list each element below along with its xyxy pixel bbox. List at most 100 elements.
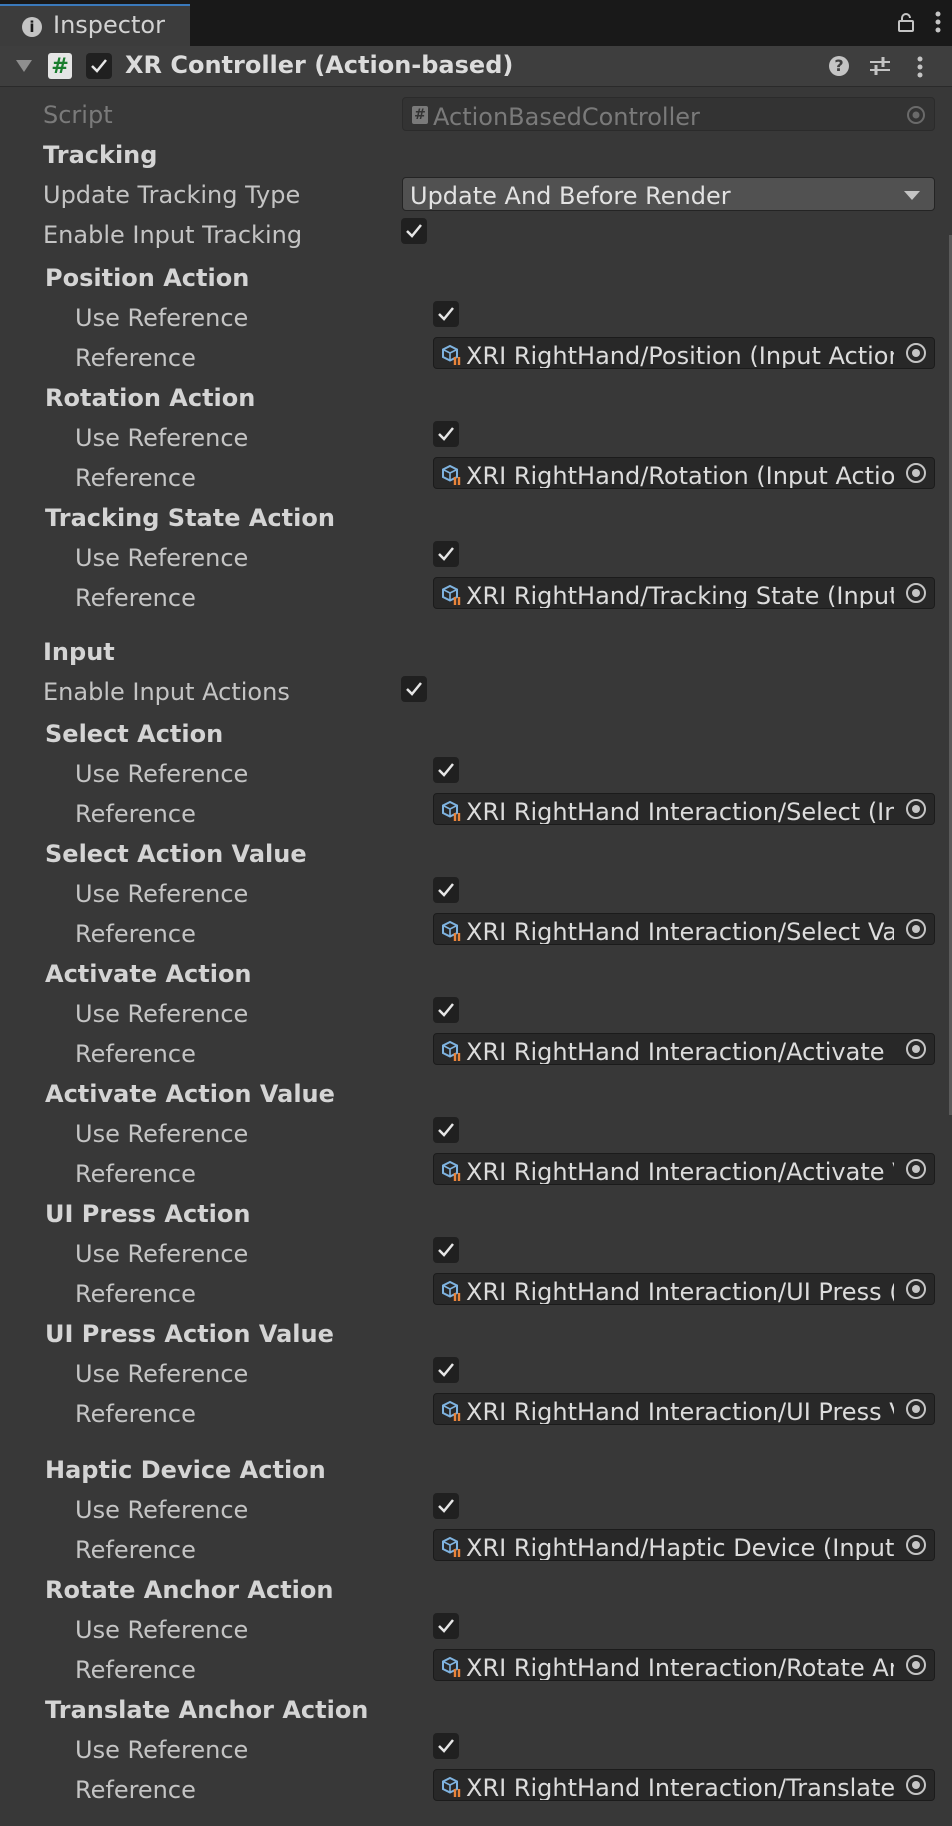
reference-field[interactable]: XRI RightHand Interaction/Activate (Inpu… [433, 1033, 935, 1065]
reference-value: XRI RightHand Interaction/Activate Value… [466, 1158, 894, 1185]
action-title[interactable]: Activate Action Value [45, 1082, 335, 1106]
object-picker-button[interactable] [898, 1034, 934, 1064]
object-picker-button[interactable] [898, 794, 934, 824]
action-title[interactable]: Select Action Value [45, 842, 307, 866]
use-reference-label: Use Reference [75, 304, 249, 332]
use-reference-label: Use Reference [75, 1240, 249, 1268]
action-title[interactable]: UI Press Action [45, 1202, 250, 1226]
action-title[interactable]: Rotate Anchor Action [45, 1578, 333, 1602]
reference-field[interactable]: XRI RightHand Interaction/Rotate Anchor … [433, 1649, 935, 1681]
help-icon[interactable]: ? [829, 56, 849, 76]
use-reference-checkbox[interactable] [433, 757, 459, 783]
use-reference-checkbox[interactable] [433, 1357, 459, 1383]
checkmark-icon [438, 1243, 454, 1257]
reference-label: Reference [75, 464, 196, 492]
object-picker-button[interactable] [898, 1650, 934, 1680]
reference-field[interactable]: XRI RightHand/Tracking State (Input Acti… [433, 577, 935, 609]
action-title[interactable]: Rotation Action [45, 386, 255, 410]
use-reference-checkbox[interactable] [433, 997, 459, 1023]
reference-field[interactable]: XRI RightHand Interaction/Select (Input … [433, 793, 935, 825]
reference-field[interactable]: XRI RightHand/Haptic Device (Input Actio… [433, 1529, 935, 1561]
reference-label: Reference [75, 344, 196, 372]
use-reference-checkbox[interactable] [433, 1117, 459, 1143]
reference-label: Reference [75, 1656, 196, 1684]
object-picker-icon [907, 106, 925, 124]
object-picker-icon [906, 343, 926, 363]
action-title[interactable]: Position Action [45, 266, 249, 290]
enable-input-actions-checkbox[interactable] [401, 676, 427, 702]
use-reference-checkbox[interactable] [433, 877, 459, 903]
use-reference-label: Use Reference [75, 880, 249, 908]
action-title[interactable]: Select Action [45, 722, 223, 746]
checkmark-icon [438, 1363, 454, 1377]
reference-icon-wrap [441, 464, 463, 488]
input-action-reference-icon [442, 1160, 461, 1181]
use-reference-checkbox[interactable] [433, 1237, 459, 1263]
action-title[interactable]: UI Press Action Value [45, 1322, 334, 1346]
update-tracking-type-value: Update And Before Render [410, 182, 731, 210]
reference-icon-wrap [441, 344, 463, 368]
action-title[interactable]: Activate Action [45, 962, 252, 986]
reference-label: Reference [75, 1400, 196, 1428]
reference-field[interactable]: XRI RightHand Interaction/Translate Anch… [433, 1769, 935, 1801]
reference-value: XRI RightHand/Tracking State (Input Acti… [466, 582, 894, 609]
window-tab-bar: i Inspector [0, 0, 952, 46]
checkmark-icon [438, 1619, 454, 1633]
reference-label: Reference [75, 1776, 196, 1804]
checkmark-icon [406, 682, 422, 696]
reference-label: Reference [75, 1040, 196, 1068]
reference-field[interactable]: XRI RightHand Interaction/UI Press (Inpu… [433, 1273, 935, 1305]
use-reference-checkbox[interactable] [433, 1613, 459, 1639]
reference-label: Reference [75, 584, 196, 612]
object-picker-button[interactable] [898, 1530, 934, 1560]
reference-icon-wrap [441, 800, 463, 824]
tab-inspector[interactable]: i Inspector [0, 4, 190, 46]
component-enabled-checkbox[interactable] [86, 53, 112, 79]
use-reference-checkbox[interactable] [433, 541, 459, 567]
action-title[interactable]: Tracking State Action [45, 506, 335, 530]
presets-icon[interactable] [869, 55, 891, 77]
tab-menu-icon[interactable] [934, 10, 942, 34]
use-reference-checkbox[interactable] [433, 1493, 459, 1519]
use-reference-label: Use Reference [75, 1120, 249, 1148]
object-picker-button[interactable] [898, 914, 934, 944]
update-tracking-type-dropdown[interactable]: Update And Before Render [402, 177, 935, 211]
object-picker-button[interactable] [898, 1154, 934, 1184]
script-field: # ActionBasedController [402, 97, 935, 131]
action-title[interactable]: Translate Anchor Action [45, 1698, 368, 1722]
reference-field[interactable]: XRI RightHand Interaction/UI Press Value… [433, 1393, 935, 1425]
checkmark-icon [438, 763, 454, 777]
object-picker-button[interactable] [898, 458, 934, 488]
update-tracking-type-label: Update Tracking Type [43, 181, 301, 209]
foldout-arrow-icon[interactable] [16, 60, 32, 72]
input-action-reference-icon [442, 800, 461, 821]
component-header[interactable]: # XR Controller (Action-based) ? [0, 46, 952, 87]
object-picker-icon [906, 919, 926, 939]
use-reference-checkbox[interactable] [433, 1733, 459, 1759]
reference-field[interactable]: XRI RightHand Interaction/Select Value (… [433, 913, 935, 945]
object-picker-button[interactable] [898, 1394, 934, 1424]
input-action-reference-icon [442, 584, 461, 605]
reference-value: XRI RightHand Interaction/Translate Anch… [466, 1774, 894, 1801]
reference-value: XRI RightHand/Rotation (Input Action Ref… [466, 462, 894, 489]
reference-field[interactable]: XRI RightHand/Position (Input Action Ref… [433, 337, 935, 369]
enable-input-actions-label: Enable Input Actions [43, 678, 290, 706]
object-picker-button[interactable] [898, 1274, 934, 1304]
enable-input-tracking-checkbox[interactable] [401, 218, 427, 244]
use-reference-checkbox[interactable] [433, 421, 459, 447]
object-picker-button[interactable] [898, 1770, 934, 1800]
action-title[interactable]: Haptic Device Action [45, 1458, 326, 1482]
tab-inspector-label: Inspector [53, 11, 165, 39]
reference-icon-wrap [441, 1040, 463, 1064]
use-reference-checkbox[interactable] [433, 301, 459, 327]
reference-value: XRI RightHand Interaction/UI Press (Inpu… [466, 1278, 894, 1305]
object-picker-button[interactable] [898, 578, 934, 608]
use-reference-label: Use Reference [75, 424, 249, 452]
reference-field[interactable]: XRI RightHand/Rotation (Input Action Ref… [433, 457, 935, 489]
object-picker-button[interactable] [898, 338, 934, 368]
use-reference-label: Use Reference [75, 544, 249, 572]
component-menu-icon[interactable] [916, 55, 924, 79]
reference-field[interactable]: XRI RightHand Interaction/Activate Value… [433, 1153, 935, 1185]
reference-icon-wrap [441, 1776, 463, 1800]
lock-icon[interactable] [898, 12, 914, 32]
